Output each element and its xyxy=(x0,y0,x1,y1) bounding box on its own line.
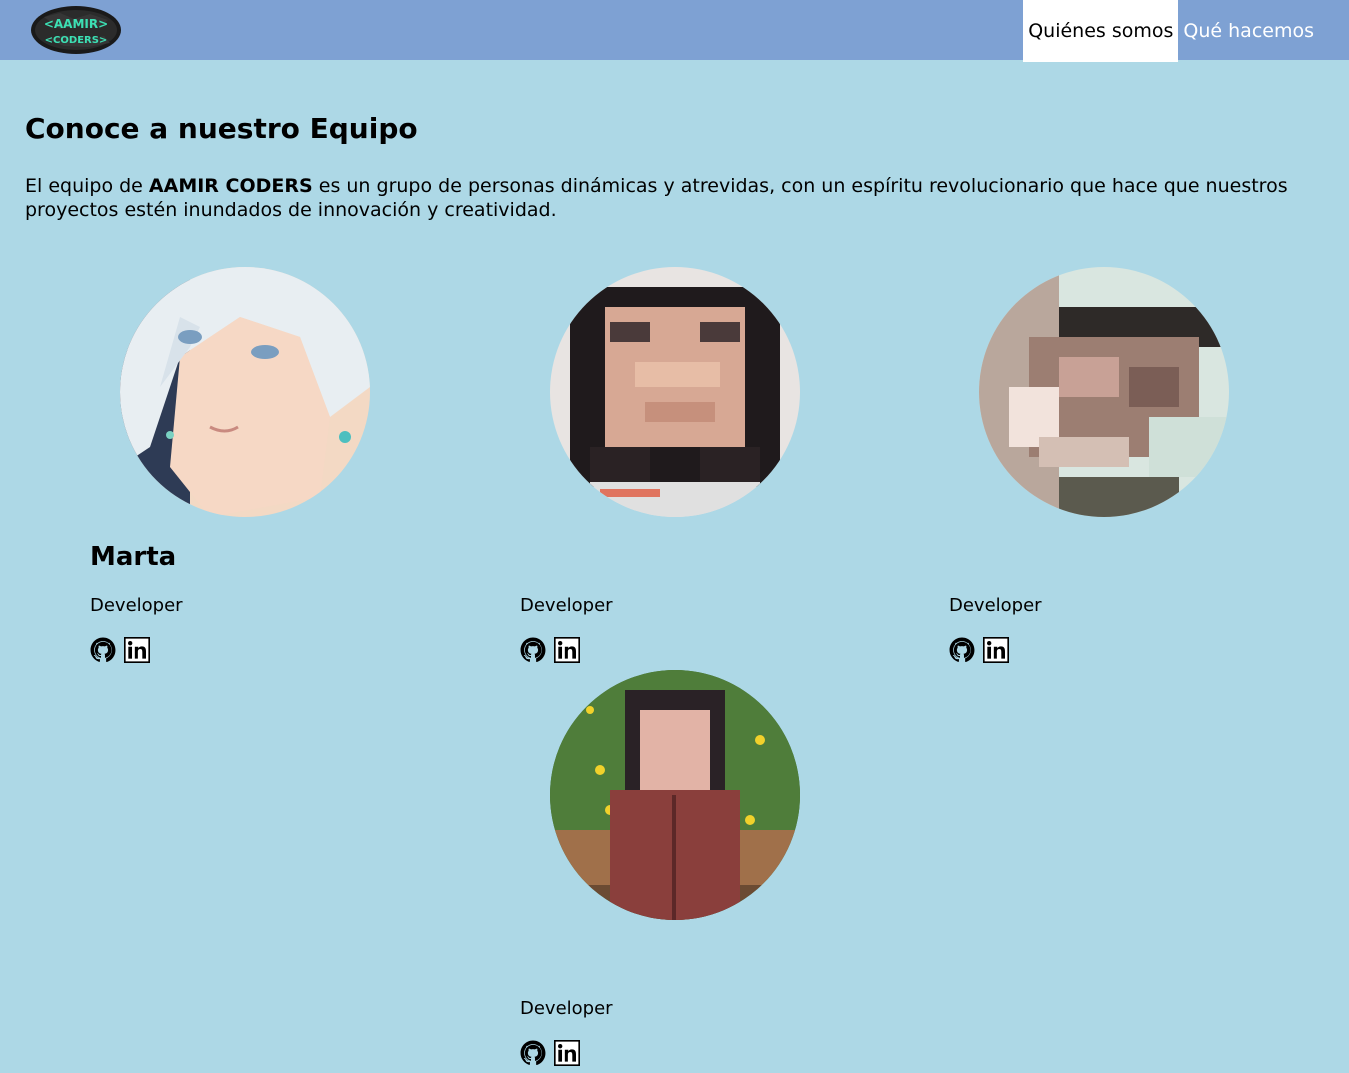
avatar-image xyxy=(120,267,370,517)
logo-image: <AAMIR> <CODERS> xyxy=(31,6,121,54)
member-socials xyxy=(90,637,150,663)
member-socials xyxy=(949,637,1009,663)
member-name: Marta xyxy=(90,542,177,572)
linkedin-icon[interactable] xyxy=(124,637,150,663)
team-member-card: Developer xyxy=(520,267,850,667)
intro-brand: AAMIR CODERS xyxy=(148,175,313,197)
nav-item-que-hacemos[interactable]: Qué hacemos xyxy=(1178,0,1319,62)
nav-item-quienes-somos[interactable]: Quiénes somos xyxy=(1023,0,1179,62)
avatar-image xyxy=(550,670,800,920)
team-member-card: Marta Developer xyxy=(90,267,420,667)
logo[interactable]: <AAMIR> <CODERS> xyxy=(30,5,122,55)
svg-text:<CODERS>: <CODERS> xyxy=(45,35,108,46)
member-avatar xyxy=(550,267,800,517)
member-avatar xyxy=(120,267,370,517)
member-role: Developer xyxy=(520,998,613,1019)
team-member-card: Developer xyxy=(520,670,850,1070)
member-socials xyxy=(520,1040,580,1066)
main-nav: Quiénes somos Qué hacemos xyxy=(1023,0,1319,62)
linkedin-icon[interactable] xyxy=(554,1040,580,1066)
team-member-card: Developer xyxy=(949,267,1279,667)
member-role: Developer xyxy=(90,595,183,616)
member-avatar xyxy=(550,670,800,920)
github-icon[interactable] xyxy=(520,637,546,663)
member-avatar xyxy=(979,267,1229,517)
linkedin-icon[interactable] xyxy=(983,637,1009,663)
linkedin-icon[interactable] xyxy=(554,637,580,663)
site-header: <AAMIR> <CODERS> Quiénes somos Qué hacem… xyxy=(0,0,1349,62)
member-role: Developer xyxy=(520,595,613,616)
github-icon[interactable] xyxy=(90,637,116,663)
page-title: Conoce a nuestro Equipo xyxy=(25,112,418,145)
intro-text-start: El equipo de xyxy=(25,175,149,197)
svg-text:<AAMIR>: <AAMIR> xyxy=(44,17,108,31)
intro-paragraph: El equipo de AAMIR CODERS es un grupo de… xyxy=(25,174,1320,222)
avatar-image xyxy=(550,267,800,517)
avatar-image xyxy=(979,267,1229,517)
github-icon[interactable] xyxy=(949,637,975,663)
github-icon[interactable] xyxy=(520,1040,546,1066)
member-role: Developer xyxy=(949,595,1042,616)
member-socials xyxy=(520,637,580,663)
